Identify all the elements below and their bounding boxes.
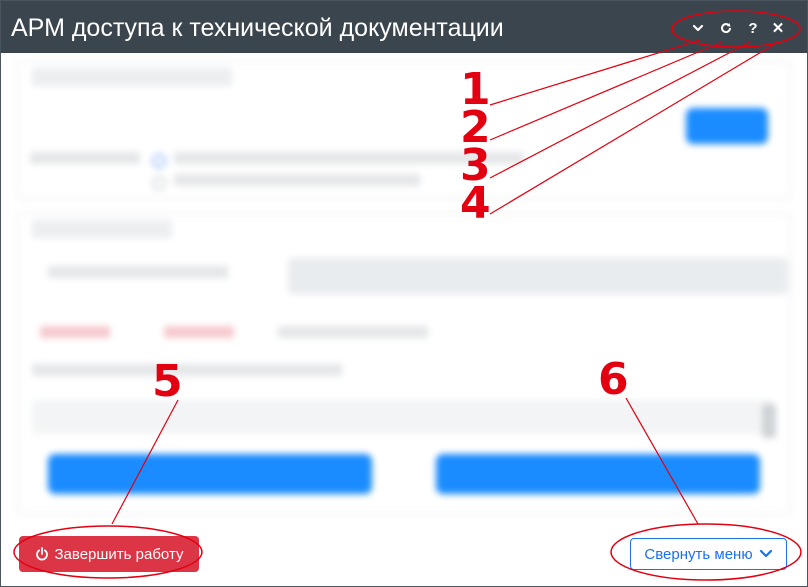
close-button[interactable]: ✕ [769, 20, 787, 38]
annotation-label-4: 4 [460, 178, 491, 229]
refresh-icon [721, 23, 732, 34]
documents-tab[interactable] [278, 326, 428, 338]
quit-button[interactable]: Завершить работу [19, 536, 199, 572]
annotation-label-5: 5 [152, 356, 183, 407]
search-mode-radio-2[interactable] [152, 176, 166, 190]
search-panel [17, 61, 791, 199]
collapse-menu-button[interactable]: Свернуть меню [630, 538, 787, 570]
search-panel-title [32, 68, 232, 86]
object-name-label [48, 266, 228, 278]
download-document-button[interactable] [436, 454, 760, 494]
object-panel [17, 213, 791, 515]
refresh-button[interactable] [717, 20, 735, 38]
blurred-content [1, 53, 807, 518]
search-mode-label [30, 152, 140, 164]
object-panel-title [32, 220, 172, 238]
title-bar: АРМ доступа к технической документации ?… [1, 1, 807, 53]
search-button[interactable] [686, 108, 768, 144]
document-list[interactable] [32, 400, 772, 434]
documents-hint [32, 364, 342, 376]
collapse-menu-label: Свернуть меню [644, 545, 753, 563]
app-window: АРМ доступа к технической документации ?… [0, 0, 808, 587]
object-name-field[interactable] [288, 258, 788, 294]
document-list-scrollbar[interactable] [762, 404, 776, 438]
red-tab-2[interactable] [164, 326, 234, 338]
chevron-down-icon [759, 549, 772, 558]
collapse-button[interactable] [689, 20, 707, 38]
search-mode-radio-1[interactable] [152, 154, 166, 168]
chevron-down-icon [692, 24, 704, 32]
power-icon [35, 547, 48, 561]
annotation-label-6: 6 [598, 354, 629, 405]
search-mode-option-2 [174, 174, 420, 186]
red-tab-1[interactable] [40, 326, 110, 338]
quit-button-label: Завершить работу [54, 545, 184, 563]
window-title: АРМ доступа к технической документации [11, 14, 504, 42]
help-button[interactable]: ? [744, 20, 762, 38]
open-document-button[interactable] [48, 454, 372, 494]
